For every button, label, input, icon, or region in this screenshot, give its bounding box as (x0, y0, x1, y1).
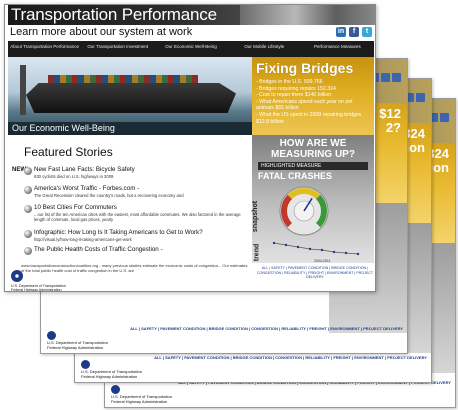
story-desc: 630 cyclists died on U.S. highways in 20… (34, 174, 114, 179)
stacked-page-links: ALL | SAFETY | PAVEMENT CONDITION | BRID… (130, 326, 403, 331)
bullet-icon (24, 230, 32, 238)
story-title[interactable]: Infographic: How Long Is It Taking Ameri… (34, 229, 203, 237)
header: Transportation Performance Learn more ab… (5, 5, 375, 41)
dot-seal-icon (11, 270, 23, 282)
story-title[interactable]: America's Worst Traffic - Forbes.com - (34, 185, 139, 193)
bullet-icon (24, 205, 32, 213)
list-item: - What the US spent in 2008 repairing br… (256, 111, 362, 125)
fixing-bridges-list: - Bridges in the U.S. 599,766 - Bridges … (256, 79, 370, 125)
trend-chart (272, 241, 360, 256)
nav-item-measures[interactable]: Performance Measures (301, 41, 374, 57)
fixing-bridges-title: Fixing Bridges (256, 60, 354, 76)
measuring-title: HOW ARE WE MEASURING UP? (271, 138, 355, 160)
bullet-icon (24, 186, 32, 194)
measure-links[interactable]: ALL | SAFETY | PAVEMENT CONDITION | BRID… (255, 266, 375, 280)
main-page: Transportation Performance Learn more ab… (4, 4, 376, 292)
list-item: - Bridges in the U.S. 599,766 (256, 79, 323, 85)
gauge-chart (279, 186, 329, 236)
bridge-tower (20, 65, 26, 115)
story-desc: http://visual.ly/how-long-it-taking-amer… (34, 237, 132, 242)
dot-seal-icon (111, 385, 120, 394)
featured-title: Featured Stories (24, 145, 113, 159)
story-title[interactable]: The Public Health Costs of Traffic Conge… (34, 246, 163, 254)
measuring-panel: HOW ARE WE MEASURING UP? HIGHLIGHTED MEA… (252, 135, 374, 263)
story-desc-continued: www.transportationconstructioncoalition.… (21, 263, 248, 273)
cargo-ship (26, 83, 236, 113)
trend-label: trend (253, 243, 261, 262)
page-title: Transportation Performance (8, 5, 240, 25)
bullet-icon (24, 247, 32, 255)
highlighted-measure-bar[interactable]: HIGHLIGHTED MEASURE (258, 162, 368, 170)
dot-seal-icon (47, 331, 56, 340)
trend-years: 2004-2011 (314, 259, 331, 263)
fixing-bridges-panel: Fixing Bridges - Bridges in the U.S. 599… (252, 57, 374, 135)
list-item: - What Americans spend each year on pet … (256, 98, 353, 112)
nav-item-investment[interactable]: Our Transportation Investment (81, 41, 154, 57)
page-subtitle: Learn more about our system at work (10, 26, 193, 38)
bullet-icon (24, 167, 32, 175)
hero-caption: Our Economic Well-Being (8, 122, 252, 135)
hero-image: Our Economic Well-Being (8, 57, 252, 135)
list-item: - Cost to repair them $140 billion (256, 92, 331, 99)
agency-name: U.S. Department of Transportation Federal… (11, 284, 66, 292)
stacked-page-links: ALL | SAFETY | PAVEMENT CONDITION | BRID… (154, 355, 427, 360)
linkedin-icon[interactable]: in (336, 27, 346, 37)
stacked-page-big-text: $12 2? (379, 106, 401, 135)
featured-stories: Featured Stories NEW! New Fast Lane Fact… (8, 135, 252, 263)
facebook-icon[interactable]: f (349, 27, 359, 37)
header-photo (240, 5, 375, 25)
story-title[interactable]: 10 Best Cities For Commuters (34, 204, 117, 212)
story-title[interactable]: New Fast Lane Facts: Bicycle Safety (34, 166, 135, 174)
main-nav: About Transportation Performance Our Tra… (8, 41, 374, 57)
nav-item-economic[interactable]: Our Economic Well-Being (154, 41, 227, 57)
story-desc: The Great Recession cleared the country'… (34, 193, 184, 198)
stacked-page-agency: U.S. Department of Transportation Federal… (111, 394, 172, 404)
fatal-crashes-label: FATAL CRASHES (258, 171, 333, 181)
nav-item-mobile[interactable]: Our Mobile Lifestyle (228, 41, 301, 57)
stacked-page-agency: U.S. Department of Transportation Federal… (81, 369, 142, 379)
nav-item-about[interactable]: About Transportation Performance (8, 41, 81, 57)
snapshot-label: snapshot (252, 200, 260, 233)
stacked-page-agency: U.S. Department of Transportation Federal… (47, 340, 108, 350)
social-links: in f t (336, 27, 372, 37)
twitter-icon[interactable]: t (362, 27, 372, 37)
list-item: - Bridges requiring repairs 152,324 (256, 85, 336, 92)
dot-seal-icon (81, 360, 90, 369)
story-desc: ...our list of the ten American cities w… (34, 212, 241, 222)
